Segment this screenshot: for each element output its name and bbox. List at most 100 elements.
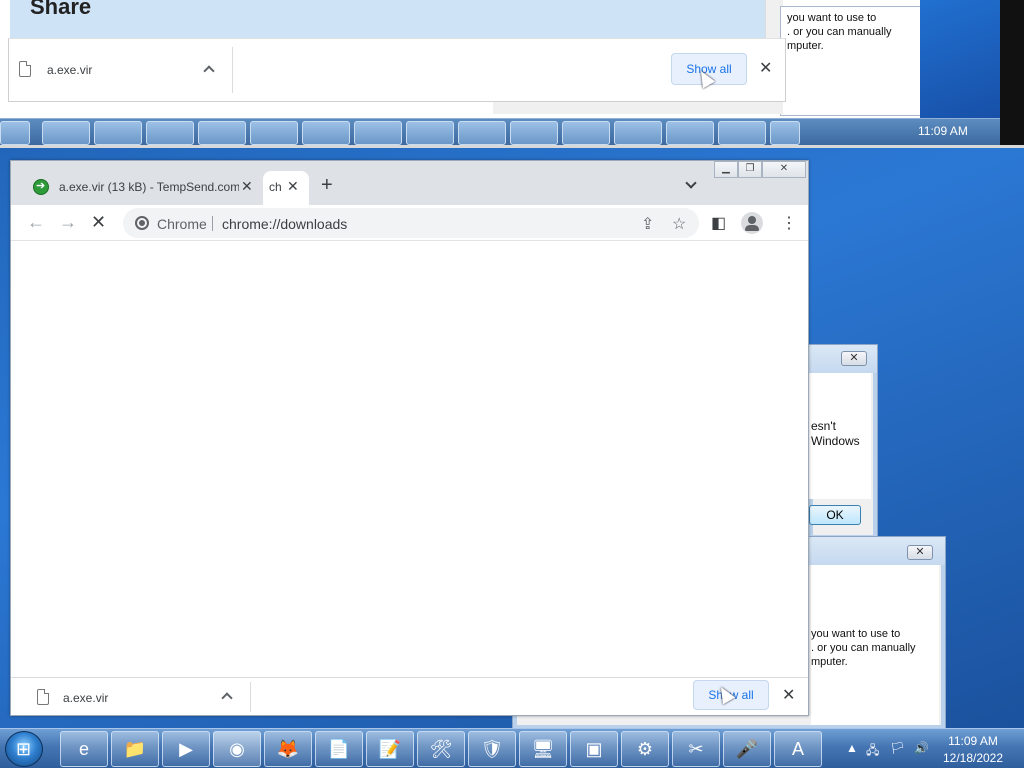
mini-task [146,121,194,145]
tab-close-icon[interactable]: ✕ [241,178,253,195]
background-dialog: you want to use to . or you can manually… [780,6,922,116]
microphone-icon[interactable]: 🎤 [723,731,771,767]
wordpad-icon[interactable]: A [774,731,822,767]
chrome-icon[interactable]: ◉ [213,731,261,767]
profile-avatar-icon[interactable] [741,212,763,234]
mini-clock: 11:09 AM [918,124,968,138]
firefox-icon[interactable]: 🦊 [264,731,312,767]
tab-search-icon[interactable] [685,177,697,189]
address-bar[interactable]: Chrome chrome://downloads ⇪ ☆ [123,208,699,238]
security-icon[interactable]: 🛡 [468,731,516,767]
mini-taskbar: 11:09 AM [0,118,1000,145]
network-icon[interactable]: 🖧 [866,741,879,762]
restore-button[interactable]: ❐ [738,161,762,178]
mini-task [94,121,142,145]
background-dialog-1: ✕ esn't Windows OK [808,344,878,540]
download-filename[interactable]: a.exe.vir [47,63,92,77]
tab-strip: a.exe.vir (13 kB) - TempSend.com ✕ ch ✕ … [11,161,808,205]
page-content [11,241,808,677]
tempsend-favicon-icon [33,179,49,195]
mini-task [0,121,30,145]
dialog-close-button[interactable]: ✕ [907,545,933,560]
notepad-icon[interactable]: 📝 [366,731,414,767]
divider [232,47,233,93]
terminal-icon[interactable]: ▣ [570,731,618,767]
mini-task [770,121,800,145]
file-icon [19,61,31,77]
mini-task [42,121,90,145]
stop-loading-icon[interactable]: ✕ [91,213,106,231]
mini-task [614,121,662,145]
dialog-line: . or you can manually [811,642,916,654]
mini-task [510,121,558,145]
new-tab-button[interactable]: + [321,175,333,195]
taskbar: ⊞ e 📁 ▶ ◉ 🦊 📄 📝 🛠 🛡 🖥 ▣ ⚙ ✂ 🎤 A ▲ 🖧 🏳 🔊 … [0,728,1024,768]
tray-expand-icon[interactable]: ▲ [846,741,858,755]
control-panel-icon[interactable]: ⚙ [621,731,669,767]
tab-title: a.exe.vir (13 kB) - TempSend.com [59,180,239,194]
tools-icon[interactable]: 🛠 [417,731,465,767]
dialog-line: . or you can manually [787,26,892,38]
explorer-icon[interactable]: 📁 [111,731,159,767]
omnibox-separator [212,216,213,231]
close-download-bar-icon[interactable]: ✕ [782,688,795,704]
dialog-line: mputer. [787,40,824,52]
dialog-line: Windows [811,434,860,448]
tab-title: ch [269,180,282,194]
mini-task [666,121,714,145]
dialog-body: you want to use to . or you can manually… [811,565,939,725]
document-icon[interactable]: 📄 [315,731,363,767]
mini-task [354,121,402,145]
chevron-up-icon[interactable] [203,65,215,77]
volume-icon[interactable]: 🔊 [914,741,929,755]
minimize-button[interactable]: ▁ [714,161,738,178]
share-icon[interactable]: ⇪ [641,214,654,234]
share-panel: Share [10,0,765,38]
start-button[interactable]: ⊞ [5,731,43,767]
media-player-icon[interactable]: ▶ [162,731,210,767]
chrome-logo-icon [135,216,149,230]
download-filename[interactable]: a.exe.vir [63,691,108,705]
tab-close-icon[interactable]: ✕ [287,178,299,195]
nested-screenshot: Share you want to use to . or you can ma… [0,0,1024,148]
file-icon [37,689,49,705]
dialog-line: mputer. [811,656,848,668]
chevron-up-icon[interactable] [221,692,233,704]
windows-logo-icon: ⊞ [16,739,32,759]
close-icon[interactable]: ✕ [759,61,772,77]
mini-task [718,121,766,145]
mini-task [250,121,298,145]
dialog-line: you want to use to [811,628,901,640]
monitor-icon[interactable]: 🖥 [519,731,567,767]
divider [250,682,251,712]
ok-button[interactable]: OK [809,505,861,525]
tab-tempsend[interactable]: a.exe.vir (13 kB) - TempSend.com ✕ [23,171,263,205]
toolbar: ← → ✕ Chrome chrome://downloads ⇪ ☆ ◧ ⋮ [11,205,808,241]
clock-date[interactable]: 12/18/2022 [938,751,1008,765]
mini-task [302,121,350,145]
tab-downloads[interactable]: ch ✕ [263,171,309,205]
chrome-window: a.exe.vir (13 kB) - TempSend.com ✕ ch ✕ … [10,160,809,716]
side-panel-icon[interactable]: ◧ [711,213,726,233]
dialog-body: esn't Windows [809,373,871,499]
desktop-background [920,0,1000,118]
download-bar: a.exe.vir Show all ✕ [8,38,786,102]
menu-dots-icon[interactable]: ⋮ [781,213,797,233]
dialog-close-button[interactable]: ✕ [841,351,867,366]
close-window-button[interactable]: ✕ [762,161,806,178]
action-center-flag-icon[interactable]: 🏳 [890,741,905,755]
bookmark-star-icon[interactable]: ☆ [672,214,686,234]
omnibox-chip: Chrome [157,216,207,232]
back-arrow-icon[interactable]: ← [27,213,45,231]
dialog-line: you want to use to [787,12,877,24]
clock-time[interactable]: 11:09 AM [938,734,1008,748]
mini-task [198,121,246,145]
screen-edge [1000,0,1024,145]
forward-arrow-icon[interactable]: → [59,213,77,231]
download-bar: a.exe.vir Show all ✕ [11,677,808,715]
ie-icon[interactable]: e [60,731,108,767]
mini-task [562,121,610,145]
url-text[interactable]: chrome://downloads [222,216,347,232]
snipping-tool-icon[interactable]: ✂ [672,731,720,767]
dialog-line: esn't [811,419,836,433]
